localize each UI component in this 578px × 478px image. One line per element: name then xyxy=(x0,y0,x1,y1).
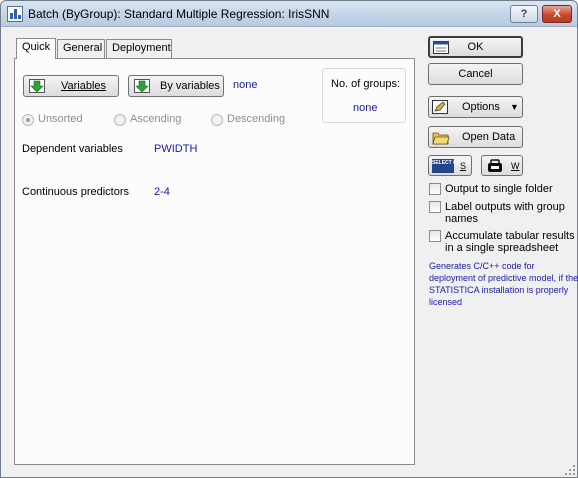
help-button[interactable]: ? xyxy=(510,5,538,23)
options-dropdown-icon: ▼ xyxy=(510,102,519,112)
continuous-predictors-value: 2-4 xyxy=(154,186,170,198)
dependent-variables-value: PWIDTH xyxy=(154,143,198,155)
by-variables-button[interactable]: By variables xyxy=(128,75,224,97)
cancel-button[interactable]: Cancel xyxy=(428,63,523,85)
descending-label: Descending xyxy=(227,113,286,125)
unsorted-radio[interactable] xyxy=(22,114,34,126)
weight-key: W xyxy=(511,161,520,171)
weight-button[interactable]: W xyxy=(481,155,523,176)
groups-label: No. of groups: xyxy=(331,78,401,90)
output-single-folder-label: Output to single folder xyxy=(445,183,553,195)
dialog-window: Batch (ByGroup): Standard Multiple Regre… xyxy=(0,0,578,478)
tab-general[interactable]: General xyxy=(57,39,105,58)
select-cases-button[interactable]: SELECT CASES S xyxy=(428,155,472,176)
accumulate-results-label: Accumulate tabular results in a single s… xyxy=(445,230,575,254)
descending-radio[interactable] xyxy=(211,114,223,126)
by-variables-arrow-icon xyxy=(134,79,150,93)
open-data-label: Open Data xyxy=(462,131,516,143)
weight-icon xyxy=(488,159,502,172)
open-data-button[interactable]: Open Data xyxy=(428,126,523,148)
resize-grip-icon[interactable] xyxy=(564,464,576,476)
dependent-variables-label: Dependent variables xyxy=(22,143,123,155)
label-outputs-label: Label outputs with group names xyxy=(445,201,565,225)
cancel-label: Cancel xyxy=(458,68,493,80)
window-title: Batch (ByGroup): Standard Multiple Regre… xyxy=(28,7,330,21)
options-pen-icon xyxy=(432,100,448,114)
groups-box: No. of groups: none xyxy=(322,68,406,123)
variables-arrow-icon xyxy=(29,79,45,93)
title-bar[interactable]: Batch (ByGroup): Standard Multiple Regre… xyxy=(1,1,577,27)
tab-quick[interactable]: Quick xyxy=(16,38,56,59)
variables-button-label: Variables xyxy=(61,80,107,92)
close-button[interactable]: X xyxy=(542,5,572,23)
select-cases-key: S xyxy=(460,161,467,171)
unsorted-label: Unsorted xyxy=(38,113,83,125)
options-button[interactable]: Options ▼ xyxy=(428,96,523,118)
accumulate-results-checkbox[interactable] xyxy=(429,230,441,242)
ok-label: OK xyxy=(467,41,484,53)
app-icon xyxy=(7,6,23,22)
tab-deployment[interactable]: Deployment xyxy=(106,39,172,58)
output-single-folder-checkbox[interactable] xyxy=(429,183,441,195)
folder-icon xyxy=(432,132,450,145)
label-outputs-checkbox[interactable] xyxy=(429,201,441,213)
continuous-predictors-label: Continuous predictors xyxy=(22,186,130,198)
ascending-label: Ascending xyxy=(130,113,182,125)
by-variables-value: none xyxy=(233,79,258,91)
deployment-note: Generates C/C++ code for deployment of p… xyxy=(429,261,578,307)
ok-button[interactable]: OK xyxy=(428,36,523,58)
groups-value: none xyxy=(353,102,378,114)
options-label: Options xyxy=(462,101,500,113)
ascending-radio[interactable] xyxy=(114,114,126,126)
by-variables-button-label: By variables xyxy=(160,80,220,92)
select-cases-icon: SELECT CASES xyxy=(432,159,470,173)
variables-button[interactable]: Variables xyxy=(23,75,119,97)
